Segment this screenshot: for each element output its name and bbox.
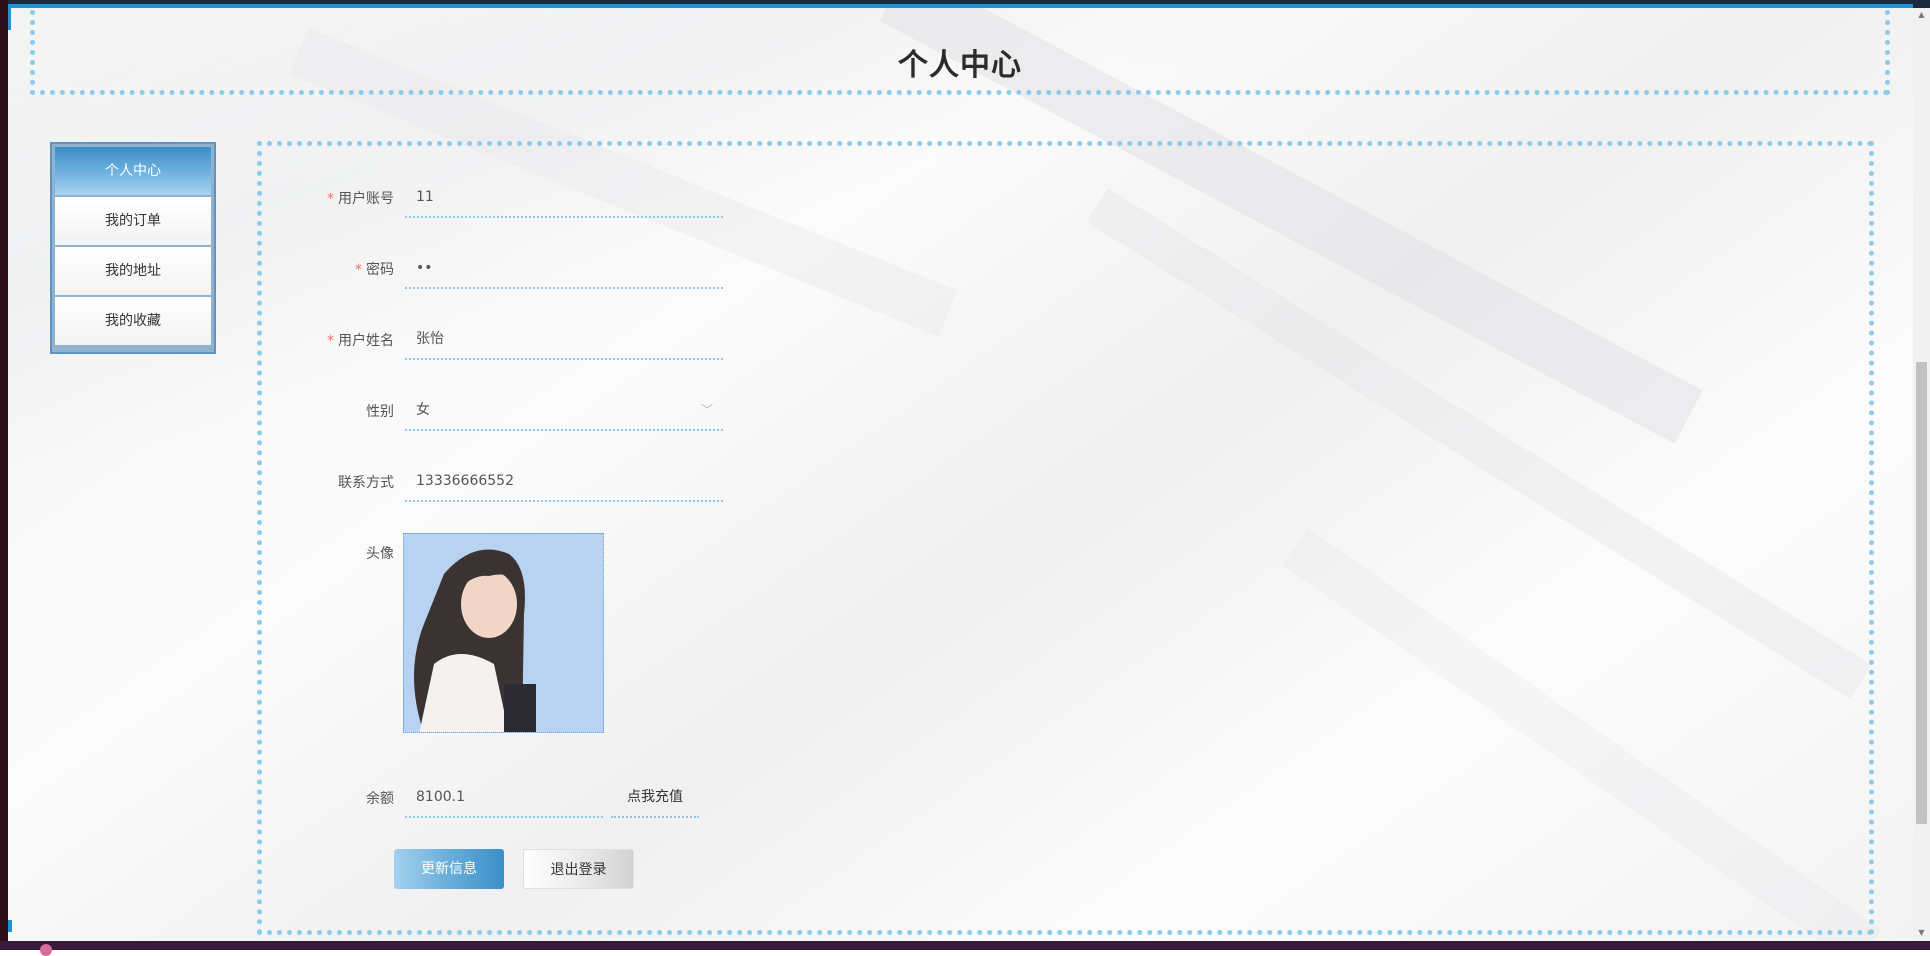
avatar-image: [404, 534, 603, 732]
sidebar-item-my-addresses[interactable]: 我的地址: [55, 247, 211, 295]
balance-label: 余额: [366, 791, 394, 807]
scroll-up-icon[interactable]: ▲: [1916, 10, 1927, 20]
window-corner-accent: [8, 8, 11, 30]
account-input[interactable]: 11: [405, 178, 723, 218]
gender-select[interactable]: 女 ﹀: [405, 391, 723, 431]
scroll-down-icon[interactable]: ▼: [1916, 928, 1927, 938]
phone-input[interactable]: 13336666552: [405, 462, 723, 502]
update-info-button[interactable]: 更新信息: [394, 849, 504, 889]
required-mark: *: [327, 191, 334, 207]
scrollbar-thumb[interactable]: [1916, 362, 1927, 824]
gender-select-value: 女: [416, 402, 430, 418]
sidebar-item-personal-center[interactable]: 个人中心: [55, 147, 211, 195]
password-label-text: 密码: [366, 262, 394, 278]
avatar-label: 头像: [366, 546, 394, 562]
window-left-edge: [0, 0, 8, 950]
header: 个人中心: [30, 10, 1890, 95]
sidebar-item-my-orders[interactable]: 我的订单: [55, 197, 211, 245]
sidebar-item-my-favorites[interactable]: 我的收藏: [55, 297, 211, 345]
logout-button[interactable]: 退出登录: [523, 849, 634, 889]
page-title: 个人中心: [898, 48, 1022, 83]
recharge-button[interactable]: 点我充值: [611, 778, 699, 818]
chevron-down-icon: ﹀: [700, 403, 713, 417]
required-mark: *: [327, 333, 334, 349]
balance-input[interactable]: 8100.1: [405, 778, 603, 818]
name-label: * 用户姓名: [254, 330, 394, 350]
account-label: * 用户账号: [254, 188, 394, 208]
sidebar: 个人中心 我的订单 我的地址 我的收藏: [50, 142, 216, 354]
name-input[interactable]: 张怡: [405, 320, 723, 360]
avatar-upload[interactable]: [403, 533, 604, 733]
taskbar-app-icon[interactable]: [40, 944, 52, 956]
gender-label: 性别: [366, 404, 394, 420]
taskbar: [0, 941, 1930, 950]
window-top-accent: [8, 4, 1913, 8]
required-mark: *: [355, 262, 362, 278]
name-label-text: 用户姓名: [338, 333, 394, 349]
password-label: * 密码: [254, 259, 394, 279]
password-input[interactable]: ••: [405, 249, 723, 289]
account-label-text: 用户账号: [338, 191, 394, 207]
phone-label: 联系方式: [338, 475, 394, 491]
window-bottom-accent: [8, 920, 12, 932]
